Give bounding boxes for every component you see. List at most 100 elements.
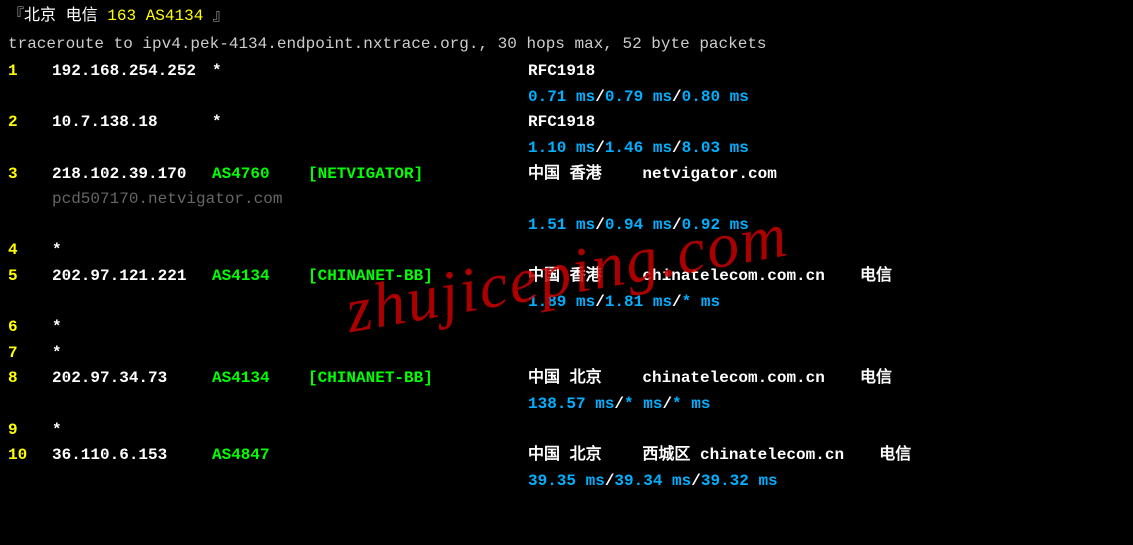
latency-value: 39.35 ms <box>528 469 605 495</box>
hop-row: 6* <box>8 315 1125 341</box>
latency-value: 0.79 ms <box>605 85 672 111</box>
hop-ip: 202.97.121.221 <box>52 264 212 290</box>
hop-row: 9* <box>8 418 1125 444</box>
latency-value: * ms <box>672 392 710 418</box>
hop-asn: AS4134 <box>212 264 308 290</box>
hop-star: * <box>52 341 62 367</box>
latency-value: 1.46 ms <box>605 136 672 162</box>
hop-main-row: 3218.102.39.170AS4760[NETVIGATOR]中国 香港 n… <box>8 162 1125 188</box>
hop-latency-row: 39.35 ms / 39.34 ms / 39.32 ms <box>8 469 1125 495</box>
hop-number: 8 <box>8 366 52 392</box>
hop-network: [CHINANET-BB] <box>308 264 528 290</box>
header-isp: 电信 <box>66 7 98 25</box>
latency-separator: / <box>595 85 605 111</box>
hop-rdns: pcd507170.netvigator.com <box>8 187 1125 213</box>
latency-separator: / <box>605 469 615 495</box>
trace-header: 『北京 电信 163 AS4134 』 <box>8 4 1125 30</box>
hop-star: * <box>52 418 62 444</box>
hop-number: 10 <box>8 443 52 469</box>
hop-main-row: 1192.168.254.252*RFC1918 <box>8 59 1125 85</box>
latency-value: * ms <box>682 290 720 316</box>
hop-main-row: 5202.97.121.221AS4134[CHINANET-BB]中国 香港 … <box>8 264 1125 290</box>
hop-location-block: 中国 香港 netvigator.com <box>528 162 777 188</box>
hop-location-block: 中国 北京 chinatelecom.com.cn 电信 <box>528 366 892 392</box>
hop-star-row: 9* <box>8 418 1125 444</box>
latency-separator: / <box>672 290 682 316</box>
hop-star-row: 4* <box>8 238 1125 264</box>
hop-number: 5 <box>8 264 52 290</box>
hop-location: 中国 北京 <box>528 446 602 464</box>
hop-location: RFC1918 <box>528 62 595 80</box>
hop-location: 中国 北京 <box>528 369 602 387</box>
latency-value: 0.71 ms <box>528 85 595 111</box>
hop-isp: 电信 <box>841 369 892 387</box>
hop-ip: 10.7.138.18 <box>52 110 212 136</box>
header-suffix: 』 <box>213 7 229 25</box>
latency-value: 0.92 ms <box>682 213 749 239</box>
header-163: 163 <box>107 7 136 25</box>
hop-ip: 218.102.39.170 <box>52 162 212 188</box>
hops-list: 1192.168.254.252*RFC19180.71 ms / 0.79 m… <box>8 59 1125 494</box>
hop-number: 9 <box>8 418 52 444</box>
hop-asn: AS4760 <box>212 162 308 188</box>
hop-ip: 36.110.6.153 <box>52 443 212 469</box>
latency-separator: / <box>672 85 682 111</box>
hop-number: 6 <box>8 315 52 341</box>
latency-value: 1.81 ms <box>605 290 672 316</box>
latency-separator: / <box>595 136 605 162</box>
hop-network: [NETVIGATOR] <box>308 162 528 188</box>
header-city: 北京 <box>24 7 56 25</box>
hop-row: 4* <box>8 238 1125 264</box>
hop-org: netvigator.com <box>614 165 777 183</box>
hop-main-row: 210.7.138.18*RFC1918 <box>8 110 1125 136</box>
hop-row: 3218.102.39.170AS4760[NETVIGATOR]中国 香港 n… <box>8 162 1125 239</box>
hop-latency-row: 1.51 ms / 0.94 ms / 0.92 ms <box>8 213 1125 239</box>
hop-ip: 202.97.34.73 <box>52 366 212 392</box>
hop-number: 7 <box>8 341 52 367</box>
hop-latency-row: 0.71 ms / 0.79 ms / 0.80 ms <box>8 85 1125 111</box>
hop-number: 4 <box>8 238 52 264</box>
hop-location: 中国 香港 <box>528 165 602 183</box>
latency-value: 1.89 ms <box>528 290 595 316</box>
hop-latency-row: 1.89 ms / 1.81 ms / * ms <box>8 290 1125 316</box>
hop-row: 1192.168.254.252*RFC19180.71 ms / 0.79 m… <box>8 59 1125 110</box>
hop-number: 1 <box>8 59 52 85</box>
hop-row: 1036.110.6.153AS4847 中国 北京 西城区 chinatelec… <box>8 443 1125 494</box>
hop-main-row: 8202.97.34.73AS4134[CHINANET-BB]中国 北京 ch… <box>8 366 1125 392</box>
hop-star-col: * <box>212 110 528 136</box>
hop-isp: 电信 <box>860 446 911 464</box>
latency-value: * ms <box>624 392 662 418</box>
latency-separator: / <box>595 290 605 316</box>
latency-value: 1.51 ms <box>528 213 595 239</box>
hop-asn: AS4134 <box>212 366 308 392</box>
hop-star-col: * <box>212 59 528 85</box>
hop-star: * <box>52 238 62 264</box>
hop-number: 2 <box>8 110 52 136</box>
latency-separator: / <box>691 469 701 495</box>
hop-ip: 192.168.254.252 <box>52 59 212 85</box>
latency-value: 1.10 ms <box>528 136 595 162</box>
latency-separator: / <box>672 136 682 162</box>
hop-location-block: RFC1918 <box>528 110 595 136</box>
hop-org: chinatelecom.com.cn <box>614 369 825 387</box>
hop-star: * <box>52 315 62 341</box>
hop-org: 西城区 chinatelecom.cn <box>614 446 844 464</box>
hop-row: 210.7.138.18*RFC19181.10 ms / 1.46 ms / … <box>8 110 1125 161</box>
hop-row: 8202.97.34.73AS4134[CHINANET-BB]中国 北京 ch… <box>8 366 1125 417</box>
latency-separator: / <box>614 392 624 418</box>
latency-value: 0.80 ms <box>682 85 749 111</box>
hop-star-row: 7* <box>8 341 1125 367</box>
latency-value: 39.32 ms <box>701 469 778 495</box>
hop-asn: AS4847 <box>212 443 308 469</box>
latency-separator: / <box>672 213 682 239</box>
hop-row: 5202.97.121.221AS4134[CHINANET-BB]中国 香港 … <box>8 264 1125 315</box>
hop-latency-row: 1.10 ms / 1.46 ms / 8.03 ms <box>8 136 1125 162</box>
hop-number: 3 <box>8 162 52 188</box>
header-prefix: 『 <box>8 7 24 25</box>
hop-org: chinatelecom.com.cn <box>614 267 825 285</box>
hop-star-row: 6* <box>8 315 1125 341</box>
hop-location-block: RFC1918 <box>528 59 595 85</box>
hop-main-row: 1036.110.6.153AS4847 中国 北京 西城区 chinatelec… <box>8 443 1125 469</box>
trace-command: traceroute to ipv4.pek-4134.endpoint.nxt… <box>8 32 1125 58</box>
hop-network: [CHINANET-BB] <box>308 366 528 392</box>
